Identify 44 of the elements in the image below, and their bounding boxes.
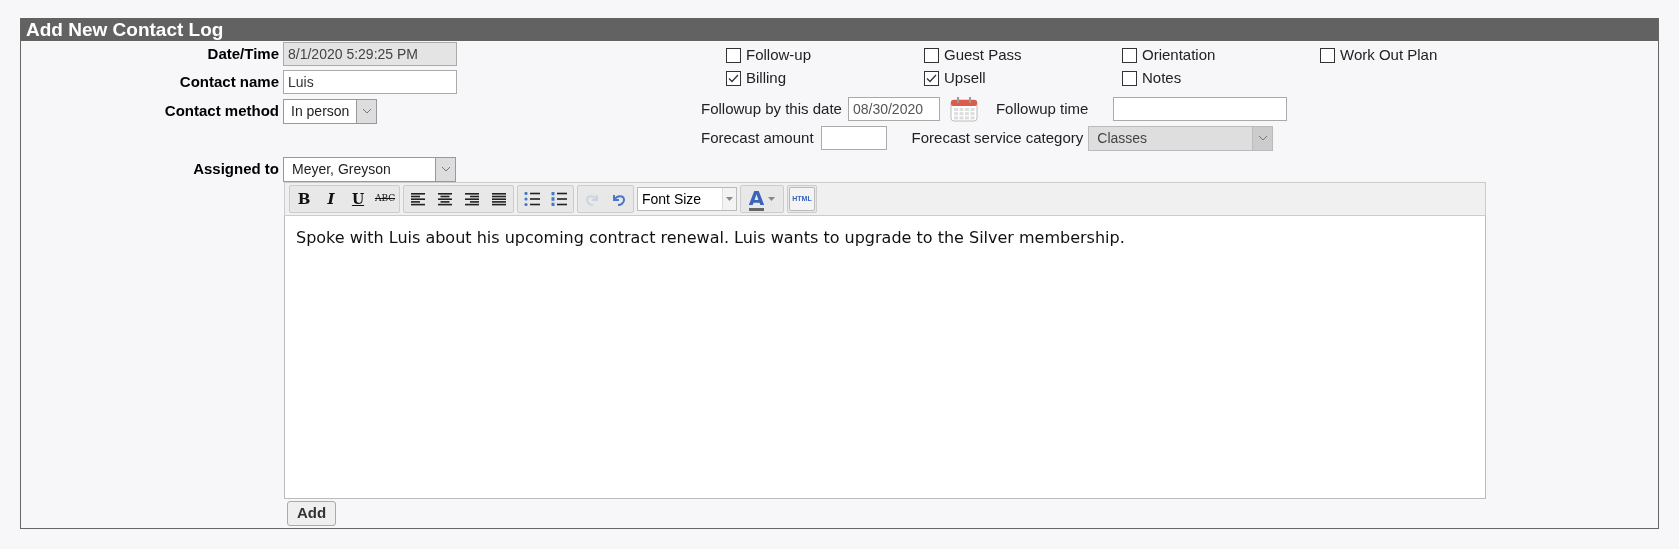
bullet-list-icon: [524, 192, 540, 206]
font-size-dropdown[interactable]: Font Size: [637, 187, 737, 211]
italic-button[interactable]: I: [318, 187, 344, 211]
category-checkbox[interactable]: Orientation: [1122, 44, 1320, 67]
field-label: Date/Time: [206, 43, 280, 64]
followup-date-field[interactable]: 08/30/2020: [847, 97, 940, 121]
bold-button[interactable]: B: [291, 187, 317, 211]
align-left-icon: [411, 192, 425, 206]
checkmark-icon: [728, 74, 739, 83]
contact-method-dropdown[interactable]: In person: [283, 98, 378, 124]
font-color-button[interactable]: A: [742, 187, 782, 211]
redo-icon: [584, 192, 600, 206]
underline-button[interactable]: U: [345, 187, 371, 211]
field-label: Contact method: [163, 100, 280, 121]
checkmark-icon: [926, 74, 937, 83]
category-checkbox[interactable]: Follow-up: [726, 44, 924, 67]
field-label: Followup by this date: [701, 98, 842, 119]
editor-area[interactable]: Spoke with Luis about his upcoming contract renewal. Luis wants to upgrade to the Silver membership.: [284, 216, 1486, 499]
editor-text: Spoke with Luis about his upcoming contract renewal. Luis wants to upgrade to the Silver membership.: [296, 227, 1126, 249]
assigned-to-dropdown[interactable]: Meyer, Greyson: [283, 156, 456, 182]
align-right-icon: [465, 192, 479, 206]
field-label: Forecast service category: [911, 127, 1084, 148]
followup-time-field[interactable]: [1112, 97, 1287, 121]
add-button[interactable]: Add: [287, 501, 336, 526]
calendar-icon[interactable]: [949, 96, 978, 122]
contact-name-field[interactable]: Luis: [283, 70, 457, 94]
caret-icon: [726, 197, 733, 201]
justify-icon: [492, 192, 506, 206]
field-label: Contact name: [178, 71, 280, 92]
category-checkbox[interactable]: Guest Pass: [924, 44, 1122, 67]
field-label: Followup time: [995, 98, 1090, 119]
category-checkbox[interactable]: Work Out Plan: [1320, 44, 1518, 67]
forecast-amount-field[interactable]: [820, 126, 887, 150]
category-checkbox[interactable]: Upsell: [924, 67, 1122, 90]
align-center-icon: [438, 192, 452, 206]
numbered-list-icon: [551, 192, 567, 206]
undo-icon: [611, 192, 627, 206]
category-checkbox[interactable]: Billing: [726, 67, 924, 90]
panel-title: Add New Contact Log: [21, 18, 1658, 41]
category-checkbox[interactable]: Notes: [1122, 67, 1320, 90]
strike-button[interactable]: ABC: [372, 187, 398, 211]
caret-icon: [768, 197, 776, 201]
field-label: Assigned to: [192, 158, 280, 179]
field-label: Forecast amount: [701, 127, 814, 148]
